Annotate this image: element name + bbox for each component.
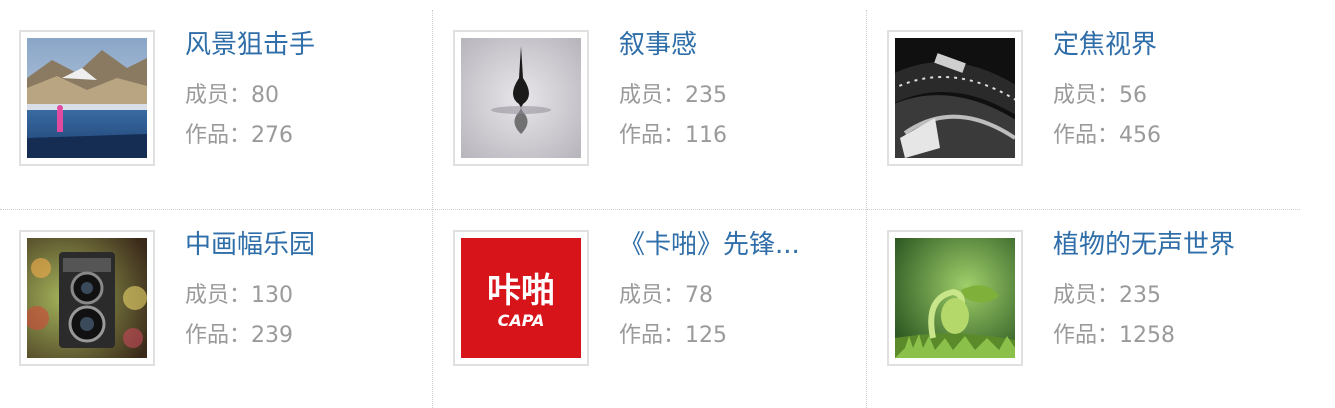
members-label: 成员：	[1053, 283, 1120, 308]
group-title[interactable]: 叙事感	[619, 28, 697, 62]
group-works: 作品：1258	[1053, 322, 1175, 350]
members-count: 235	[1119, 283, 1162, 308]
group-grid: 风景狙击手 成员：80 作品：276 叙事感 成员：235 作品：116 定焦视…	[0, 0, 1300, 408]
group-thumbnail[interactable]	[19, 30, 155, 166]
group-card: 植物的无声世界 成员：235 作品：1258	[868, 200, 1301, 400]
group-card: 定焦视界 成员：56 作品：456	[868, 0, 1301, 200]
members-label: 成员：	[185, 83, 252, 108]
works-count: 116	[685, 123, 728, 148]
members-count: 56	[1119, 83, 1148, 108]
members-label: 成员：	[619, 283, 686, 308]
works-count: 239	[251, 323, 294, 348]
camera-lens-photo-icon	[895, 38, 1015, 158]
group-title[interactable]: 《卡啪》先锋...	[619, 228, 800, 262]
works-label: 作品：	[185, 323, 252, 348]
group-title[interactable]: 风景狙击手	[185, 28, 315, 62]
group-thumbnail[interactable]	[887, 230, 1023, 366]
members-count: 235	[685, 83, 728, 108]
svg-text:咔啪: 咔啪	[487, 271, 555, 311]
members-label: 成员：	[185, 283, 252, 308]
members-count: 80	[251, 83, 280, 108]
group-title[interactable]: 定焦视界	[1053, 28, 1157, 62]
group-members: 成员：235	[1053, 282, 1161, 310]
spinning-top-photo-icon	[461, 38, 581, 158]
members-count: 130	[251, 283, 294, 308]
group-card: 风景狙击手 成员：80 作品：276	[0, 0, 433, 200]
works-label: 作品：	[185, 123, 252, 148]
group-title[interactable]: 植物的无声世界	[1053, 228, 1235, 262]
twin-lens-camera-photo-icon	[27, 238, 147, 358]
works-label: 作品：	[619, 323, 686, 348]
group-members: 成员：56	[1053, 82, 1147, 110]
group-works: 作品：276	[185, 122, 293, 150]
svg-text:CAPA: CAPA	[498, 311, 545, 330]
group-works: 作品：125	[619, 322, 727, 350]
works-label: 作品：	[1053, 123, 1120, 148]
group-members: 成员：78	[619, 282, 713, 310]
works-count: 456	[1119, 123, 1162, 148]
landscape-photo-icon	[27, 38, 147, 158]
sprout-photo-icon	[895, 238, 1015, 358]
group-works: 作品：239	[185, 322, 293, 350]
group-thumbnail[interactable]	[887, 30, 1023, 166]
works-count: 125	[685, 323, 728, 348]
group-card: 咔啪 CAPA 《卡啪》先锋... 成员：78 作品：125	[434, 200, 867, 400]
group-card: 中画幅乐园 成员：130 作品：239	[0, 200, 433, 400]
group-members: 成员：80	[185, 82, 279, 110]
works-count: 1258	[1119, 323, 1176, 348]
group-title[interactable]: 中画幅乐园	[185, 228, 315, 262]
members-count: 78	[685, 283, 714, 308]
members-label: 成员：	[1053, 83, 1120, 108]
group-thumbnail[interactable]: 咔啪 CAPA	[453, 230, 589, 366]
works-count: 276	[251, 123, 294, 148]
group-card: 叙事感 成员：235 作品：116	[434, 0, 867, 200]
works-label: 作品：	[1053, 323, 1120, 348]
group-thumbnail[interactable]	[19, 230, 155, 366]
group-works: 作品：116	[619, 122, 727, 150]
group-members: 成员：130	[185, 282, 293, 310]
members-label: 成员：	[619, 83, 686, 108]
works-label: 作品：	[619, 123, 686, 148]
group-members: 成员：235	[619, 82, 727, 110]
capa-logo-icon: 咔啪 CAPA	[461, 238, 581, 358]
group-thumbnail[interactable]	[453, 30, 589, 166]
group-works: 作品：456	[1053, 122, 1161, 150]
